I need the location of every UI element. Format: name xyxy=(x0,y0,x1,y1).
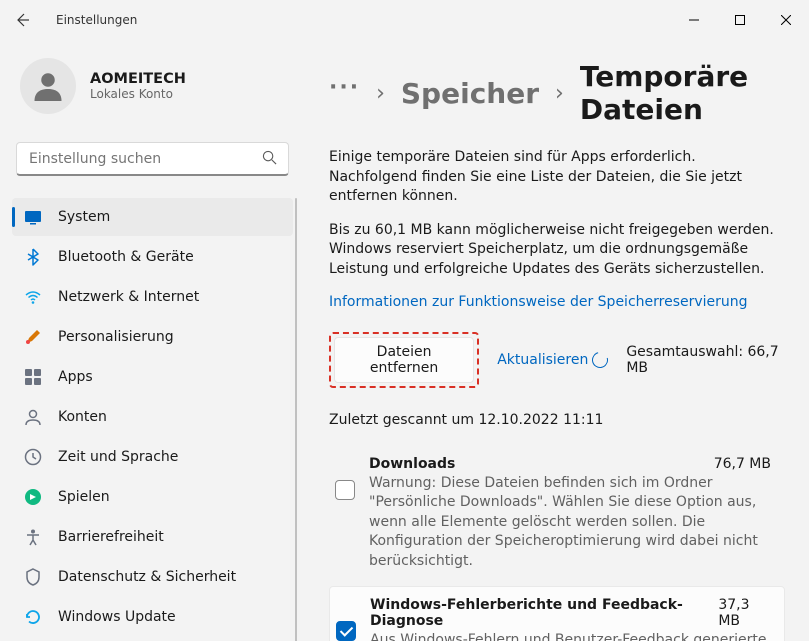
highlight-annotation: Dateien entfernen xyxy=(329,332,479,388)
close-button[interactable] xyxy=(763,4,809,36)
wifi-icon xyxy=(24,288,42,306)
sidebar-item-label: Personalisierung xyxy=(58,329,174,345)
file-description: Warnung: Diese Dateien befinden sich im … xyxy=(369,474,771,572)
sidebar-item-apps[interactable]: Apps xyxy=(12,358,293,396)
file-title: Windows-Fehlerberichte und Feedback-Diag… xyxy=(370,597,718,629)
checkbox[interactable] xyxy=(336,621,356,641)
file-title: Downloads xyxy=(369,456,455,472)
avatar xyxy=(20,58,76,114)
maximize-button[interactable] xyxy=(717,4,763,36)
sidebar-item-gaming[interactable]: Spielen xyxy=(12,478,293,516)
remove-files-button[interactable]: Dateien entfernen xyxy=(334,337,474,383)
gaming-icon xyxy=(24,488,42,506)
chevron-right-icon: › xyxy=(376,81,385,106)
sidebar-item-label: Zeit und Sprache xyxy=(58,449,178,465)
sidebar-item-update[interactable]: Windows Update xyxy=(12,598,293,636)
last-scan-text: Zuletzt gescannt um 12.10.2022 11:11 xyxy=(329,398,785,446)
brush-icon xyxy=(24,328,42,346)
action-row: Dateien entfernen Aktualisieren Gesamtau… xyxy=(329,310,785,398)
minimize-button[interactable] xyxy=(671,4,717,36)
search-icon xyxy=(262,150,277,169)
total-selection: Gesamtauswahl: 66,7 MB xyxy=(626,344,785,376)
refresh-icon xyxy=(589,349,611,371)
sidebar-item-label: Datenschutz & Sicherheit xyxy=(58,569,236,585)
sidebar-scrollbar[interactable] xyxy=(295,198,297,641)
sidebar-item-system[interactable]: System xyxy=(12,198,293,236)
accessibility-icon xyxy=(24,528,42,546)
intro-paragraph-2: Bis zu 60,1 MB kann möglicherweise nicht… xyxy=(329,221,785,280)
sidebar-item-time[interactable]: Zeit und Sprache xyxy=(12,438,293,476)
chevron-right-icon: › xyxy=(555,81,564,106)
update-icon xyxy=(24,608,42,626)
breadcrumb-more[interactable]: ··· xyxy=(329,75,360,100)
back-button[interactable] xyxy=(8,6,36,34)
user-section[interactable]: AOMEITECH Lokales Konto xyxy=(12,58,293,142)
file-item-error-reports[interactable]: Windows-Fehlerberichte und Feedback-Diag… xyxy=(329,586,785,641)
sidebar-item-label: System xyxy=(58,209,110,225)
sidebar: AOMEITECH Lokales Konto System B xyxy=(0,40,305,641)
sidebar-item-label: Windows Update xyxy=(58,609,176,625)
file-size: 76,7 MB xyxy=(714,456,771,472)
breadcrumb-parent[interactable]: Speicher xyxy=(401,77,539,110)
user-role: Lokales Konto xyxy=(90,87,186,101)
titlebar: Einstellungen xyxy=(0,0,809,40)
sidebar-item-label: Apps xyxy=(58,369,93,385)
sidebar-item-network[interactable]: Netzwerk & Internet xyxy=(12,278,293,316)
sidebar-item-label: Netzwerk & Internet xyxy=(58,289,199,305)
checkbox[interactable] xyxy=(335,480,355,500)
clock-icon xyxy=(24,448,42,466)
refresh-button[interactable]: Aktualisieren xyxy=(497,352,608,368)
sidebar-item-label: Bluetooth & Geräte xyxy=(58,249,194,265)
apps-icon xyxy=(24,368,42,386)
search-box xyxy=(16,142,289,176)
breadcrumb: ··· › Speicher › Temporäre Dateien xyxy=(329,60,785,126)
window-title: Einstellungen xyxy=(56,13,137,27)
accounts-icon xyxy=(24,408,42,426)
intro-paragraph-1: Einige temporäre Dateien sind für Apps e… xyxy=(329,148,785,207)
breadcrumb-current: Temporäre Dateien xyxy=(580,60,785,126)
sidebar-item-privacy[interactable]: Datenschutz & Sicherheit xyxy=(12,558,293,596)
system-icon xyxy=(24,208,42,226)
search-input[interactable] xyxy=(16,142,289,176)
user-name: AOMEITECH xyxy=(90,71,186,87)
sidebar-item-personalization[interactable]: Personalisierung xyxy=(12,318,293,356)
refresh-label: Aktualisieren xyxy=(497,352,588,368)
sidebar-item-accessibility[interactable]: Barrierefreiheit xyxy=(12,518,293,556)
shield-icon xyxy=(24,568,42,586)
sidebar-item-bluetooth[interactable]: Bluetooth & Geräte xyxy=(12,238,293,276)
file-description: Aus Windows-Fehlern und Benutzer-Feedbac… xyxy=(370,631,770,641)
sidebar-item-label: Barrierefreiheit xyxy=(58,529,164,545)
file-item-downloads[interactable]: Downloads 76,7 MB Warnung: Diese Dateien… xyxy=(329,446,785,582)
sidebar-item-accounts[interactable]: Konten xyxy=(12,398,293,436)
sidebar-item-label: Konten xyxy=(58,409,107,425)
nav: System Bluetooth & Geräte Netzwerk & Int… xyxy=(12,198,293,636)
sidebar-item-label: Spielen xyxy=(58,489,110,505)
bluetooth-icon xyxy=(24,248,42,266)
main: ··· › Speicher › Temporäre Dateien Einig… xyxy=(305,40,809,641)
storage-reservation-link[interactable]: Informationen zur Funktionsweise der Spe… xyxy=(329,294,785,310)
file-size: 37,3 MB xyxy=(718,597,770,629)
